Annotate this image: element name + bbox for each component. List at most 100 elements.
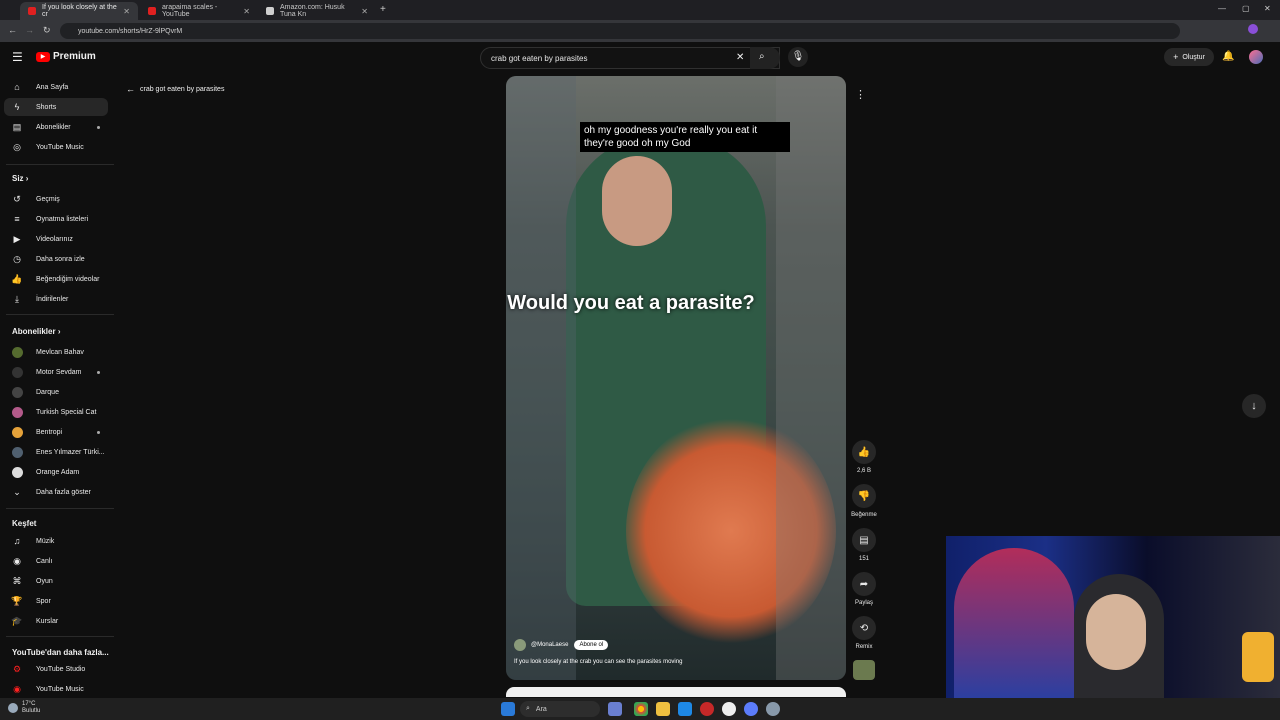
- new-content-dot: [97, 370, 100, 374]
- sidebar-sub-channel[interactable]: Motor Sevdam: [4, 363, 108, 381]
- settings-icon[interactable]: [766, 702, 780, 716]
- weather-widget[interactable]: 17°C Bulutlu: [8, 701, 40, 715]
- remix-action[interactable]: ⟲ Remix: [850, 616, 878, 650]
- thumbs-down-icon[interactable]: 👎: [852, 484, 876, 508]
- breadcrumb[interactable]: ← crab got eaten by parasites: [126, 84, 224, 94]
- taskbar: 17°C Bulutlu ⌕ Ara: [0, 698, 1280, 720]
- sidebar-item-youtube-music[interactable]: ◎ YouTube Music: [4, 138, 108, 156]
- opera-icon[interactable]: [700, 702, 714, 716]
- like-action[interactable]: 👍 2,6 B: [850, 440, 878, 474]
- show-more-button[interactable]: ⌄ Daha fazla göster: [4, 483, 108, 501]
- share-label: Paylaş: [854, 600, 873, 606]
- comments-action[interactable]: ▤ 151: [850, 528, 878, 562]
- clock-icon: ◷: [13, 253, 21, 264]
- dislike-action[interactable]: 👎 Beğenme: [850, 484, 878, 518]
- minimize-icon[interactable]: —: [1218, 4, 1226, 13]
- sidebar-item-liked-videos[interactable]: 👍 Beğendiğim videolar: [4, 270, 108, 288]
- next-video-preview[interactable]: [506, 687, 846, 697]
- share-action[interactable]: ➦ Paylaş: [850, 572, 878, 606]
- new-tab-icon[interactable]: +: [380, 4, 386, 15]
- clear-search-icon[interactable]: ✕: [736, 52, 744, 63]
- close-tab-icon[interactable]: ✕: [243, 7, 250, 16]
- sidebar-item-home[interactable]: ⌂ Ana Sayfa: [4, 78, 108, 96]
- sidebar-sub-channel[interactable]: Enes Yılmazer Türki...: [4, 443, 108, 461]
- search-input[interactable]: crab got eaten by parasites: [480, 47, 780, 69]
- more-options-icon[interactable]: ⋮: [855, 88, 866, 101]
- sidebar-item-label: Spor: [36, 597, 51, 605]
- create-button[interactable]: + Oluştur: [1164, 48, 1214, 66]
- sidebar-item-sports[interactable]: 🏆 Spor: [4, 592, 108, 610]
- thumbs-up-icon[interactable]: 👍: [852, 440, 876, 464]
- sidebar-item-shorts[interactable]: ϟ Shorts: [4, 98, 108, 116]
- plus-icon: +: [1173, 52, 1179, 62]
- thumbs-up-icon: 👍: [11, 273, 23, 284]
- video-description[interactable]: If you look closely at the crab you can …: [514, 659, 682, 665]
- amazon-favicon-icon: [266, 7, 274, 15]
- sidebar-item-subscriptions[interactable]: ▤ Abonelikler: [4, 118, 108, 136]
- back-icon[interactable]: ←: [8, 25, 17, 35]
- tab-arapaima[interactable]: arapaima scales - YouTube ✕: [140, 2, 258, 20]
- maximize-icon[interactable]: ▢: [1242, 4, 1250, 13]
- channel-avatar: [12, 466, 23, 478]
- sidebar-item-downloads[interactable]: ⤓ İndirilenler: [4, 290, 108, 308]
- sidebar-item-your-videos[interactable]: ▶ Videolarınız: [4, 230, 108, 248]
- tab-current[interactable]: If you look closely at the cr ✕: [20, 2, 138, 20]
- sidebar-sub-channel[interactable]: Turkish Special Cat: [4, 403, 108, 421]
- app-icon[interactable]: [744, 702, 758, 716]
- profile-avatar[interactable]: [1248, 24, 1258, 34]
- weather-temp: 17°C: [22, 701, 36, 707]
- sound-thumbnail[interactable]: [853, 660, 875, 680]
- section-you-header[interactable]: Siz ›: [12, 174, 28, 183]
- remix-icon[interactable]: ⟲: [852, 616, 876, 640]
- next-short-arrow-icon[interactable]: ↓: [1242, 394, 1266, 418]
- music-icon: ◎: [13, 141, 21, 152]
- forward-icon[interactable]: →: [25, 25, 34, 35]
- sidebar-sub-channel[interactable]: Bentropi: [4, 423, 108, 441]
- taskbar-search[interactable]: ⌕ Ara: [520, 701, 600, 717]
- youtube-header: ☰ ▶ Premium crab got eaten by parasites …: [0, 42, 1280, 72]
- sidebar-item-music[interactable]: ♫ Müzik: [4, 532, 108, 550]
- youtube-logo[interactable]: ▶ Premium: [36, 51, 96, 62]
- shorts-video-player[interactable]: oh my goodness you're really you eat it …: [506, 76, 846, 680]
- sidebar-item-youtube-music-app[interactable]: ◉ YouTube Music: [4, 680, 108, 698]
- obs-icon[interactable]: [722, 702, 736, 716]
- telegram-icon[interactable]: [678, 702, 692, 716]
- widgets-icon[interactable]: [608, 702, 622, 716]
- section-subscriptions-header[interactable]: Abonelikler ›: [12, 327, 60, 336]
- share-icon[interactable]: ➦: [852, 572, 876, 596]
- sidebar-item-label: Darque: [36, 388, 59, 396]
- sidebar-sub-channel[interactable]: Orange Adam: [4, 463, 108, 481]
- subscribe-button[interactable]: Abone ol: [574, 640, 609, 650]
- sidebar-item-gaming[interactable]: ⌘ Oyun: [4, 572, 108, 590]
- windows-start-icon[interactable]: [501, 702, 515, 716]
- close-tab-icon[interactable]: ✕: [123, 7, 130, 16]
- sidebar-item-playlists[interactable]: ≡ Oynatma listeleri: [4, 210, 108, 228]
- sidebar-sub-channel[interactable]: Mevlcan Bahav: [4, 343, 108, 361]
- channel-avatar: [12, 446, 23, 458]
- sidebar-item-youtube-studio[interactable]: ⚙ YouTube Studio: [4, 660, 108, 678]
- file-explorer-icon[interactable]: [656, 702, 670, 716]
- comment-icon[interactable]: ▤: [852, 528, 876, 552]
- sidebar-sub-channel[interactable]: Darque: [4, 383, 108, 401]
- create-label: Oluştur: [1182, 53, 1205, 61]
- channel-name[interactable]: @MonaLaese: [531, 642, 568, 648]
- sidebar-item-history[interactable]: ↺ Geçmiş: [4, 190, 108, 208]
- close-tab-icon[interactable]: ✕: [361, 7, 368, 16]
- notifications-icon[interactable]: 🔔: [1222, 51, 1234, 62]
- reload-icon[interactable]: ↻: [43, 25, 51, 36]
- courses-icon: 🎓: [11, 615, 23, 626]
- menu-icon[interactable]: ☰: [12, 50, 23, 64]
- sidebar-item-live[interactable]: ◉ Canlı: [4, 552, 108, 570]
- youtube-music-icon: ◉: [13, 683, 21, 694]
- close-window-icon[interactable]: ✕: [1264, 4, 1271, 13]
- chrome-icon[interactable]: [634, 702, 648, 716]
- wall-art-shape: [954, 548, 1074, 698]
- account-avatar[interactable]: [1249, 50, 1263, 64]
- voice-search-icon[interactable]: 🎙: [788, 47, 808, 67]
- channel-avatar[interactable]: [514, 639, 526, 651]
- sidebar-item-courses[interactable]: 🎓 Kurslar: [4, 612, 108, 630]
- search-button[interactable]: ⌕: [750, 47, 780, 69]
- address-bar[interactable]: youtube.com/shorts/HrZ-9lPQvrM: [60, 23, 1180, 39]
- sidebar-item-watch-later[interactable]: ◷ Daha sonra izle: [4, 250, 108, 268]
- tab-amazon[interactable]: Amazon.com: Husuk Tuna Kn ✕: [258, 2, 376, 20]
